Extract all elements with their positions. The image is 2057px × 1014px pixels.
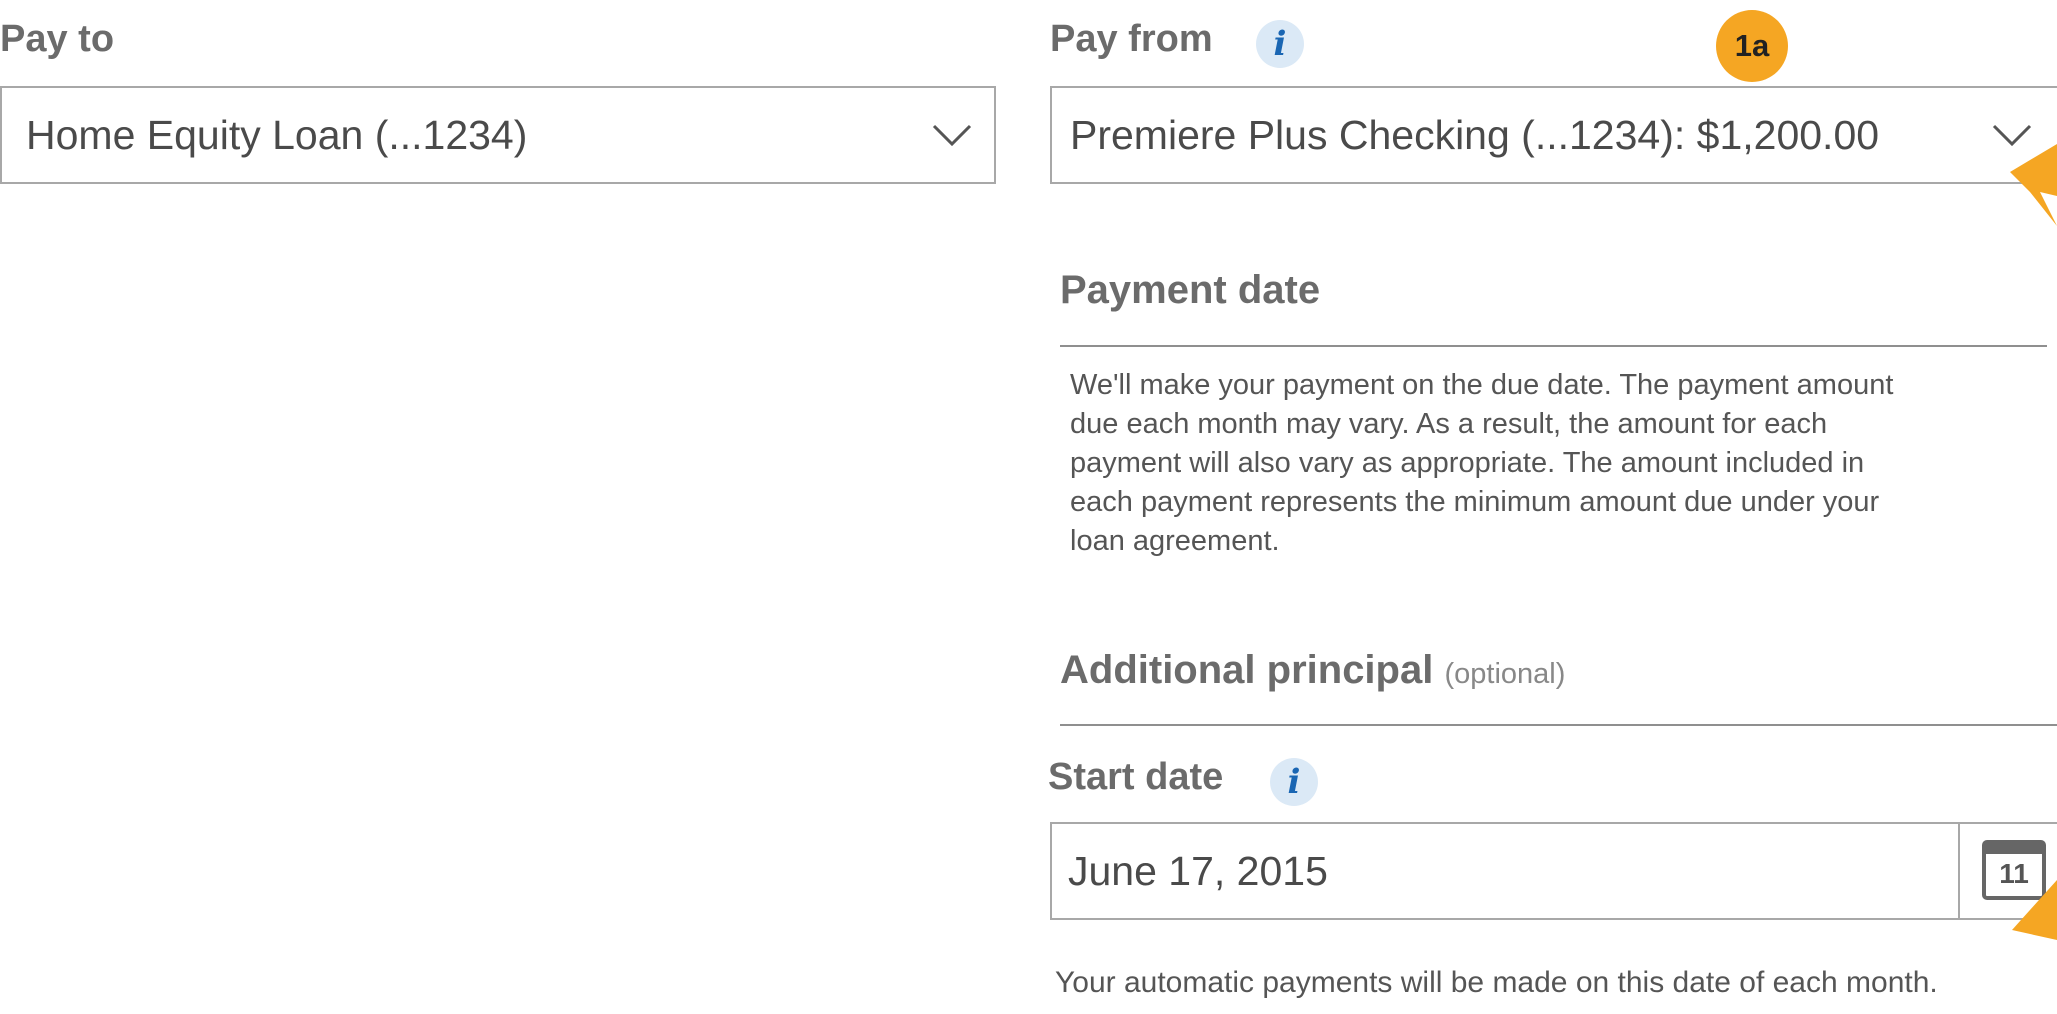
pay-to-label: Pay to bbox=[0, 18, 115, 60]
payment-date-title: Payment date bbox=[1060, 268, 1321, 312]
start-date-info-icon[interactable]: i bbox=[1270, 758, 1318, 806]
annotation-badge-1a: 1a bbox=[1716, 10, 1788, 82]
start-date-label: Start date bbox=[1048, 756, 1224, 798]
start-date-input[interactable]: June 17, 2015 bbox=[1050, 822, 2057, 920]
chevron-down-icon bbox=[932, 124, 972, 146]
start-date-helper-text: Your automatic payments will be made on … bbox=[1055, 966, 1938, 999]
payment-date-description: We'll make your payment on the due date.… bbox=[1070, 369, 1894, 557]
additional-principal-divider bbox=[1060, 724, 2057, 726]
pay-to-select[interactable]: Home Equity Loan (...1234) bbox=[0, 86, 996, 184]
annotation-arrow-icon bbox=[2012, 880, 2057, 940]
additional-principal-title: Additional principal bbox=[1060, 648, 1434, 692]
pay-to-selected-value: Home Equity Loan (...1234) bbox=[26, 111, 528, 158]
payment-date-divider bbox=[1060, 345, 2047, 347]
additional-principal-optional: (optional) bbox=[1444, 658, 1566, 690]
additional-principal-heading[interactable]: Additional principal (optional) bbox=[1060, 648, 1565, 693]
pay-from-label: Pay from bbox=[1050, 18, 1213, 60]
pay-from-info-icon[interactable]: i bbox=[1256, 20, 1304, 68]
pay-from-select[interactable]: Premiere Plus Checking (...1234): $1,200… bbox=[1050, 86, 2057, 184]
pay-from-selected-value: Premiere Plus Checking (...1234): $1,200… bbox=[1070, 111, 1880, 158]
annotation-arrow-icon bbox=[2010, 144, 2057, 226]
start-date-value: June 17, 2015 bbox=[1068, 847, 1328, 894]
calendar-divider bbox=[1958, 822, 1960, 920]
